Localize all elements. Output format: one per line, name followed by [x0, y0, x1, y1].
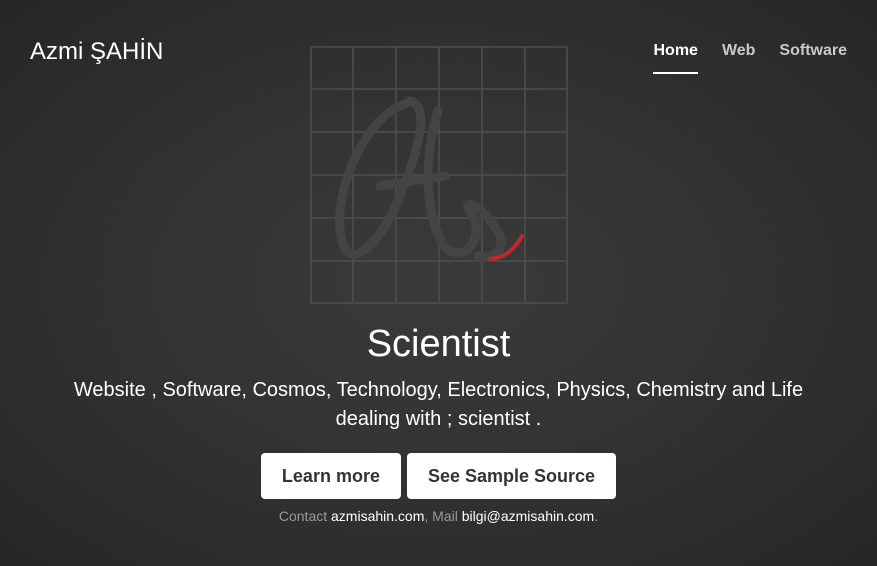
mail-link[interactable]: bilgi@azmisahin.com	[462, 508, 594, 524]
contact-site-link[interactable]: azmisahin.com	[331, 508, 424, 524]
contact-end: .	[594, 508, 599, 524]
contact-line: Contact azmisahin.com, Mail bilgi@azmisa…	[0, 508, 877, 524]
nav-web[interactable]: Web	[722, 42, 755, 74]
see-sample-source-button[interactable]: See Sample Source	[406, 453, 617, 499]
main-nav: Home Web Software	[653, 42, 847, 74]
nav-software[interactable]: Software	[779, 42, 847, 74]
contact-label: Contact	[278, 508, 328, 524]
mail-label: Mail	[432, 508, 458, 524]
brand[interactable]: Azmi ŞAHİN	[30, 38, 163, 66]
lead-text: Website , Software, Cosmos, Technology, …	[73, 379, 804, 430]
learn-more-button[interactable]: Learn more	[260, 453, 401, 499]
cta-buttons: Learn more See Sample Source	[0, 453, 877, 499]
monogram-logo-icon	[310, 46, 568, 304]
nav-home[interactable]: Home	[653, 42, 698, 74]
contact-separator: ,	[424, 508, 429, 524]
page-title: Scientist	[366, 323, 511, 365]
